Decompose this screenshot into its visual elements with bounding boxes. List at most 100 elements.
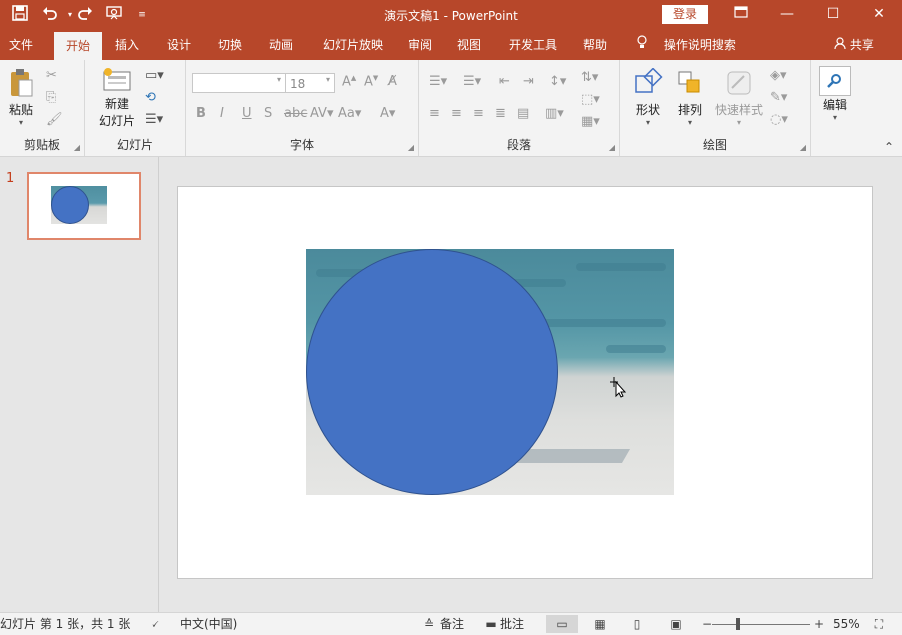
ribbon-tab-bar: 文件 开始 插入 设计 切换 动画 幻灯片放映 审阅 视图 开发工具 帮助 操作… [0, 30, 902, 60]
slide-thumbnail[interactable] [27, 172, 141, 240]
zoom-in-icon[interactable]: + [810, 615, 828, 633]
line-spacing-icon[interactable]: ↕▾ [549, 74, 566, 89]
change-case-icon[interactable]: Aa▾ [338, 106, 361, 121]
shadow-text-icon[interactable]: S [264, 106, 272, 121]
new-slide-label-2: 幻灯片 [98, 114, 135, 128]
tab-transitions[interactable]: 切换 [209, 30, 251, 60]
normal-view-icon[interactable]: ▭ [546, 615, 578, 633]
justify-icon[interactable]: ≣ [495, 106, 506, 121]
slideshow-view-icon[interactable]: ▣ [667, 615, 685, 633]
format-painter-icon[interactable]: 🖌 [46, 112, 63, 127]
tab-slideshow[interactable]: 幻灯片放映 [314, 30, 392, 60]
slide-count-status: 幻灯片 第 1 张，共 1 张 [0, 617, 131, 631]
shape-effects-icon[interactable]: ◌▾ [770, 112, 788, 127]
arrange-label: 排列 [677, 103, 702, 117]
shape-outline-icon[interactable]: ✎▾ [770, 90, 787, 105]
collapse-ribbon-icon[interactable]: ⌃ [884, 140, 894, 154]
drawing-group: 形状 ▾ 排列 ▾ 快速样式 ▾ ◈▾ ✎▾ ◌▾ 绘图 ◢ [620, 60, 811, 156]
find-icon [819, 66, 851, 96]
shapes-button[interactable]: 形状 ▾ [628, 67, 668, 127]
zoom-level[interactable]: 55% [833, 616, 860, 632]
comment-icon[interactable]: ▬ [482, 615, 500, 633]
tab-developer[interactable]: 开发工具 [502, 30, 564, 60]
font-name-combo[interactable] [192, 73, 286, 93]
minimize-button[interactable]: — [764, 0, 810, 30]
font-group-label: 字体 [289, 138, 314, 152]
paste-button[interactable]: 粘贴 ▾ [4, 68, 38, 127]
ribbon-display-icon[interactable] [718, 0, 764, 30]
tell-me-search[interactable]: 操作说明搜索 [636, 30, 736, 60]
char-spacing-icon[interactable]: AV▾ [310, 106, 333, 121]
clipboard-group-label: 剪贴板 [23, 138, 60, 152]
slide-thumbnail-pane: 1 [0, 157, 159, 612]
clipboard-launcher-icon[interactable]: ◢ [74, 143, 80, 152]
align-text-icon[interactable]: ⬚▾ [581, 92, 600, 107]
bold-icon[interactable]: B [196, 106, 206, 121]
zoom-slider[interactable] [712, 624, 810, 625]
shape-fill-icon[interactable]: ◈▾ [770, 68, 787, 83]
fit-to-window-icon[interactable]: ⛶ [870, 615, 888, 633]
new-slide-button[interactable]: 新建 幻灯片 [91, 68, 143, 129]
reading-view-icon[interactable]: ▯ [628, 615, 646, 633]
tab-design[interactable]: 设计 [158, 30, 200, 60]
columns-icon[interactable]: ▥▾ [545, 106, 564, 121]
smartart-icon[interactable]: ▦▾ [581, 114, 600, 129]
tab-animations[interactable]: 动画 [260, 30, 302, 60]
font-size-dropdown-icon[interactable]: ▾ [326, 75, 330, 84]
comments-button[interactable]: 批注 [500, 616, 524, 632]
arrange-button[interactable]: 排列 ▾ [670, 68, 710, 127]
section-icon[interactable]: ☰▾ [145, 112, 163, 127]
accessibility-icon[interactable]: 🗸 [146, 615, 164, 633]
underline-icon[interactable]: U [242, 106, 252, 121]
strikethrough-icon[interactable]: abc [284, 106, 307, 121]
increase-indent-icon[interactable]: ⇥ [523, 74, 534, 89]
cut-icon[interactable]: ✂ [46, 68, 57, 83]
decrease-indent-icon[interactable]: ⇤ [499, 74, 510, 89]
circle-shape[interactable] [306, 249, 558, 495]
layout-icon[interactable]: ▭▾ [145, 68, 164, 83]
text-direction-icon[interactable]: ⇅▾ [581, 70, 598, 85]
paragraph-launcher-icon[interactable]: ◢ [609, 143, 615, 152]
font-name-dropdown-icon[interactable]: ▾ [277, 75, 281, 84]
close-button[interactable]: ✕ [856, 0, 902, 30]
tab-home[interactable]: 开始 [54, 32, 102, 60]
quick-styles-label: 快速样式 [714, 103, 763, 117]
font-color-icon[interactable]: A▾ [380, 106, 395, 121]
title-bar: ▾ ≡ 演示文稿1 - PowerPoint 登录 — ☐ ✕ [0, 0, 902, 30]
tab-view[interactable]: 视图 [448, 30, 490, 60]
editing-button[interactable]: 编辑 ▾ [817, 66, 853, 122]
notes-icon[interactable]: ≙ [420, 615, 438, 633]
drawing-launcher-icon[interactable]: ◢ [800, 143, 806, 152]
font-group: ▾ 18 ▾ A▲ A▼ A̸ B I U S abc AV▾ Aa▾ A▾ 字… [186, 60, 419, 156]
slide-sorter-icon[interactable]: ▦ [591, 615, 609, 633]
slide-canvas[interactable] [177, 186, 873, 579]
reset-icon[interactable]: ⟲ [145, 90, 156, 105]
decrease-font-icon[interactable]: A▼ [364, 74, 378, 89]
clear-format-icon[interactable]: A̸ [388, 74, 397, 89]
editing-group: 编辑 ▾ [811, 60, 861, 156]
font-launcher-icon[interactable]: ◢ [408, 143, 414, 152]
status-bar: 幻灯片 第 1 张，共 1 张 🗸 中文(中国) ≙ 备注 ▬ 批注 ▭ ▦ ▯… [0, 612, 902, 635]
align-center-icon[interactable]: ≡ [451, 106, 462, 121]
zoom-slider-thumb[interactable] [736, 618, 740, 630]
tab-insert[interactable]: 插入 [106, 30, 148, 60]
bullets-icon[interactable]: ☰▾ [429, 74, 447, 89]
align-left-icon[interactable]: ≡ [429, 106, 440, 121]
increase-font-icon[interactable]: A▲ [342, 74, 356, 89]
tab-file[interactable]: 文件 [0, 30, 42, 60]
distributed-icon[interactable]: ▤ [517, 106, 529, 121]
share-button[interactable]: 共享 [834, 30, 874, 60]
italic-icon[interactable]: I [220, 106, 224, 121]
align-right-icon[interactable]: ≡ [473, 106, 484, 121]
arrange-icon [670, 68, 710, 101]
maximize-button[interactable]: ☐ [810, 0, 856, 30]
share-label: 共享 [849, 38, 874, 52]
tab-help[interactable]: 帮助 [574, 30, 616, 60]
numbering-icon[interactable]: ☰▾ [463, 74, 481, 89]
login-button[interactable]: 登录 [662, 5, 708, 24]
notes-button[interactable]: 备注 [440, 616, 464, 632]
language-status[interactable]: 中文(中国) [180, 616, 237, 632]
tab-review[interactable]: 审阅 [399, 30, 441, 60]
copy-icon[interactable]: ⎘ [46, 90, 56, 105]
quick-styles-button[interactable]: 快速样式 ▾ [712, 68, 766, 127]
